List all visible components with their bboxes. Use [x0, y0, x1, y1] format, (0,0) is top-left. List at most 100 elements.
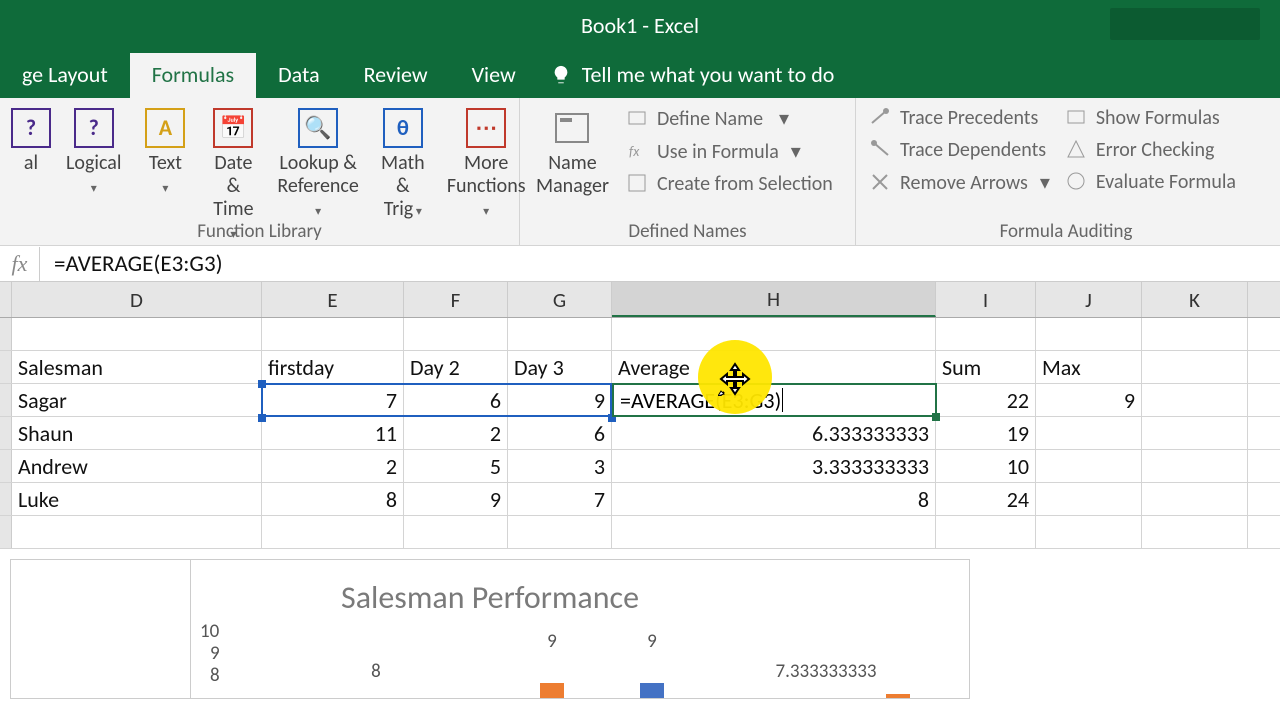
group-function-library: ? al ? Logical▾ A Text▾ 📅 Date &Time ▾ 🔍… — [0, 98, 520, 245]
cell[interactable] — [1036, 318, 1142, 350]
active-cell[interactable]: =AVERAGE(E3:G3) — [612, 383, 937, 417]
cell[interactable] — [262, 516, 404, 548]
row-header[interactable] — [0, 483, 12, 515]
cell[interactable]: 9 — [508, 384, 612, 416]
tab-view[interactable]: View — [450, 53, 538, 98]
cell[interactable]: 7 — [262, 384, 404, 416]
cell[interactable]: 6 — [508, 417, 612, 449]
cell[interactable]: Sagar — [12, 384, 262, 416]
col-header-E[interactable]: E — [262, 282, 404, 317]
cell[interactable]: Luke — [12, 483, 262, 515]
cell[interactable] — [1036, 450, 1142, 482]
formula-input[interactable] — [40, 248, 1280, 280]
col-header-H[interactable]: H — [612, 282, 936, 317]
cell[interactable] — [612, 318, 936, 350]
row-header[interactable] — [0, 318, 12, 350]
cell[interactable]: Max — [1036, 351, 1142, 383]
chart[interactable]: Salesman Performance 10 9 8 8 9 9 7.3333… — [10, 559, 970, 699]
cell[interactable]: 11 — [262, 417, 404, 449]
cell[interactable] — [1036, 483, 1142, 515]
cell[interactable] — [404, 318, 508, 350]
row-5: Andrew 2 5 3 3.333333333 10 — [0, 450, 1280, 483]
tab-data[interactable]: Data — [256, 53, 342, 98]
cell[interactable] — [12, 516, 262, 548]
row-header[interactable] — [0, 450, 12, 482]
btn-trace-precedents[interactable]: Trace Precedents — [866, 104, 1054, 132]
btn-define-name[interactable]: Define Name ▾ — [623, 104, 837, 133]
name-manager-icon — [552, 108, 592, 148]
cell[interactable]: 3 — [508, 450, 612, 482]
cell[interactable]: Shaun — [12, 417, 262, 449]
row-7 — [0, 516, 1280, 549]
cell[interactable] — [1142, 351, 1248, 383]
fill-handle[interactable] — [932, 413, 940, 421]
cell[interactable]: 6.333333333 — [612, 417, 936, 449]
cell[interactable] — [1142, 483, 1248, 515]
y-tick: 9 — [210, 642, 220, 665]
cell[interactable] — [936, 318, 1036, 350]
col-header-D[interactable]: D — [12, 282, 262, 317]
tab-review[interactable]: Review — [342, 53, 450, 98]
account-box[interactable] — [1110, 8, 1260, 40]
cell[interactable]: Andrew — [12, 450, 262, 482]
row-header[interactable] — [0, 516, 12, 548]
evaluate-formula-icon — [1066, 171, 1088, 193]
cell[interactable] — [612, 516, 936, 548]
cell[interactable]: 2 — [404, 417, 508, 449]
cell[interactable] — [1142, 450, 1248, 482]
tab-formulas[interactable]: Formulas — [130, 53, 256, 98]
col-header-K[interactable]: K — [1142, 282, 1248, 317]
col-header-I[interactable]: I — [936, 282, 1036, 317]
cell[interactable] — [1142, 417, 1248, 449]
cell[interactable]: 2 — [262, 450, 404, 482]
cell[interactable] — [1036, 417, 1142, 449]
cell[interactable]: Salesman — [12, 351, 262, 383]
cell[interactable]: 24 — [936, 483, 1036, 515]
cell[interactable] — [404, 516, 508, 548]
row-header[interactable] — [0, 417, 12, 449]
btn-evaluate-formula[interactable]: Evaluate Formula — [1062, 168, 1240, 196]
cell[interactable] — [1142, 384, 1248, 416]
col-header-F[interactable]: F — [404, 282, 508, 317]
cell[interactable]: 9 — [404, 483, 508, 515]
tab-page-layout[interactable]: ge Layout — [0, 53, 130, 98]
cell[interactable] — [1036, 516, 1142, 548]
col-header-J[interactable]: J — [1036, 282, 1142, 317]
select-all-corner[interactable] — [0, 282, 12, 317]
row-header[interactable] — [0, 384, 12, 416]
cell[interactable]: Day 2 — [404, 351, 508, 383]
cell[interactable] — [508, 318, 612, 350]
btn-use-in-formula[interactable]: fx Use in Formula ▾ — [623, 137, 837, 166]
btn-remove-arrows[interactable]: Remove Arrows ▾ — [866, 168, 1054, 197]
btn-error-checking[interactable]: Error Checking — [1062, 136, 1240, 164]
cell[interactable]: 9 — [1036, 384, 1142, 416]
cell[interactable]: 19 — [936, 417, 1036, 449]
cell[interactable]: 22 — [936, 384, 1036, 416]
cell[interactable]: Day 3 — [508, 351, 612, 383]
fx-icon[interactable]: fx — [0, 247, 40, 281]
cell[interactable] — [1142, 516, 1248, 548]
worksheet-grid[interactable]: D E F G H I J K Salesman firstday Day 2 … — [0, 282, 1280, 699]
btn-trace-dependents[interactable]: Trace Dependents — [866, 136, 1054, 164]
btn-create-from-selection[interactable]: Create from Selection — [623, 170, 837, 198]
cell[interactable]: Sum — [936, 351, 1036, 383]
cell[interactable]: 7 — [508, 483, 612, 515]
cell[interactable]: 8 — [262, 483, 404, 515]
tell-me-search[interactable]: Tell me what you want to do — [538, 53, 847, 98]
cell[interactable] — [508, 516, 612, 548]
cell[interactable] — [936, 516, 1036, 548]
cell[interactable]: 6 — [404, 384, 508, 416]
btn-show-formulas[interactable]: Show Formulas — [1062, 104, 1240, 132]
cell[interactable]: Average — [612, 351, 936, 383]
row-header[interactable] — [0, 351, 12, 383]
cell[interactable] — [12, 318, 262, 350]
cell[interactable]: 5 — [404, 450, 508, 482]
cell[interactable]: firstday — [262, 351, 404, 383]
cell[interactable]: 3.333333333 — [612, 450, 936, 482]
cell[interactable] — [1142, 318, 1248, 350]
col-header-G[interactable]: G — [508, 282, 612, 317]
ribbon: ? al ? Logical▾ A Text▾ 📅 Date &Time ▾ 🔍… — [0, 98, 1280, 246]
cell[interactable] — [262, 318, 404, 350]
cell[interactable]: 8 — [612, 483, 936, 515]
cell[interactable]: 10 — [936, 450, 1036, 482]
